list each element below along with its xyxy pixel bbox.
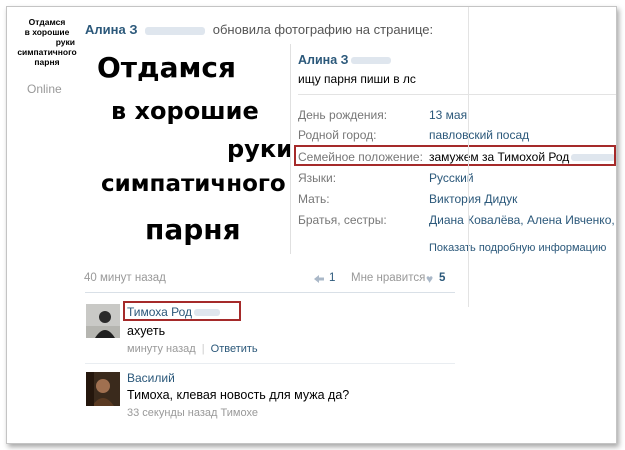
- label-languages: Языки:: [298, 171, 337, 185]
- profile-name-text: Алина З: [298, 53, 349, 67]
- value-mother[interactable]: Виктория Дидук: [429, 192, 517, 206]
- value-birthday[interactable]: 13 мая: [429, 108, 467, 122]
- meta-separator: |: [201, 343, 205, 355]
- commenter-avatar[interactable]: [86, 304, 120, 338]
- comment-time[interactable]: 33 секунды назад Тимохе: [127, 407, 258, 419]
- post-author-link[interactable]: Алина З: [85, 22, 137, 37]
- comment-text: Тимоха, клевая новость для мужа да?: [127, 388, 350, 402]
- comment-author[interactable]: Василий: [127, 371, 175, 385]
- value-hometown[interactable]: павловский посад: [429, 128, 529, 142]
- image-text-line: парня: [145, 213, 241, 246]
- screenshot-frame: Отдамся в хорошие руки симпатичного парн…: [6, 6, 617, 444]
- image-text-line: симпатичного: [101, 171, 286, 197]
- repost-count: 1: [329, 272, 336, 284]
- commenter-avatar[interactable]: [86, 372, 120, 406]
- label-hometown: Родной город:: [298, 128, 377, 142]
- like-count: 5: [439, 272, 446, 284]
- divider: [85, 363, 455, 364]
- divider: [298, 94, 616, 95]
- post-image[interactable]: Отдамся в хорошие руки симпатичного парн…: [87, 47, 293, 257]
- repost-icon[interactable]: [313, 274, 325, 284]
- avatar-caption-line: руки: [55, 37, 75, 47]
- like-button[interactable]: Мне нравится: [351, 272, 425, 284]
- relationship-highlight: [294, 145, 616, 166]
- avatar-caption-line: в хорошие: [24, 27, 70, 37]
- label-mother: Мать:: [298, 192, 330, 206]
- column-divider: [468, 7, 469, 307]
- divider: [85, 292, 455, 293]
- profile-name[interactable]: Алина З: [298, 53, 392, 67]
- reply-link[interactable]: Ответить: [211, 343, 258, 355]
- comment-author-highlight: [123, 301, 241, 321]
- profile-name-blur: [351, 57, 392, 65]
- online-status: Online: [27, 82, 62, 96]
- comment-text: ахуеть: [127, 324, 166, 338]
- value-languages[interactable]: Русский: [429, 171, 474, 185]
- value-siblings[interactable]: Диана Ковалёва, Алена Ивченко, Мих: [429, 213, 616, 227]
- show-details-link[interactable]: Показать подробную информацию: [429, 242, 606, 254]
- comment-meta: минуту назад | Ответить: [127, 343, 258, 355]
- avatar-caption-line: Отдамся: [28, 17, 66, 27]
- avatar-caption-line: парня: [34, 57, 60, 67]
- post-header: Алина З обновила фотографию на странице:: [85, 22, 433, 37]
- comment-time[interactable]: минуту назад: [127, 343, 196, 355]
- image-text-line: в хорошие: [111, 97, 259, 125]
- image-text-line: руки: [227, 135, 293, 163]
- profile-status: ищу парня пиши в лс: [298, 72, 416, 86]
- avatar-caption-line: симпатичного: [17, 47, 77, 57]
- image-text-line: Отдамся: [97, 51, 237, 84]
- heart-icon[interactable]: ♥: [426, 272, 433, 286]
- post-author-blur: [145, 26, 206, 35]
- post-action-text: обновила фотографию на странице:: [212, 22, 434, 37]
- avatar-thumbnail[interactable]: Отдамся в хорошие руки симпатичного парн…: [17, 17, 77, 67]
- label-birthday: День рождения:: [298, 108, 388, 122]
- post-time[interactable]: 40 минут назад: [84, 272, 166, 284]
- label-siblings: Братья, сестры:: [298, 213, 387, 227]
